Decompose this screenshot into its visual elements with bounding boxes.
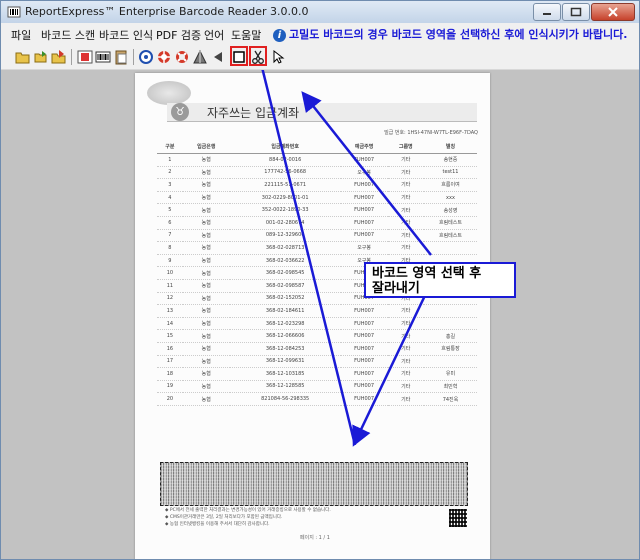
- target-icon[interactable]: [138, 49, 154, 65]
- open-multi-icon[interactable]: [33, 49, 49, 65]
- menu-barcode-recognize[interactable]: 바코드 인식: [99, 27, 153, 43]
- export-icon[interactable]: [51, 49, 67, 65]
- lifebuoy-icon[interactable]: [174, 49, 190, 65]
- annotation-arrows: [261, 70, 432, 447]
- scissors-icon[interactable]: [250, 49, 266, 65]
- app-window: ReportExpress™ Enterprise Barcode Reader…: [0, 0, 640, 560]
- notice-text: i 고밀도 바코드의 경우 바코드 영역을 선택하신 후에 인식시키가 바랍니다.: [273, 26, 627, 42]
- open-folder-icon[interactable]: [15, 49, 31, 65]
- maximize-icon: [570, 7, 582, 17]
- annotation-callout: 바코드 영역 선택 후 잘라내기: [364, 262, 516, 298]
- menu-barcode-scan[interactable]: 바코드 스캔: [41, 27, 95, 43]
- pointer-icon[interactable]: [270, 49, 286, 65]
- close-icon: [608, 7, 618, 17]
- close-button[interactable]: [591, 3, 635, 21]
- toolbar-separator: [71, 49, 72, 65]
- toolbar-separator: [133, 49, 134, 65]
- notice-label: 고밀도 바코드의 경우 바코드 영역을 선택하신 후에 인식시키가 바랍니다.: [289, 28, 628, 41]
- arrow-to-scissors-tool: [261, 70, 357, 446]
- triangle-flag-icon[interactable]: [192, 49, 208, 65]
- recognize-icon[interactable]: [156, 49, 172, 65]
- menu-language[interactable]: 언어: [204, 27, 224, 43]
- window-title: ReportExpress™ Enterprise Barcode Reader…: [25, 5, 309, 18]
- red-image-icon[interactable]: [77, 49, 93, 65]
- document-viewport[interactable]: ♉ 자주쓰는 입금계좌 빌급 번호: 1HSI-47NI-W7TL-E96F-7…: [1, 70, 639, 559]
- app-icon: [7, 6, 21, 18]
- maximize-button[interactable]: [562, 3, 590, 21]
- minimize-button[interactable]: [533, 3, 561, 21]
- info-icon: i: [273, 29, 286, 42]
- callout-line: 잘라내기: [372, 281, 420, 296]
- arrow-to-barcode: [352, 284, 432, 447]
- title-bar: ReportExpress™ Enterprise Barcode Reader…: [1, 1, 639, 23]
- minimize-icon: [543, 13, 551, 15]
- menu-help[interactable]: 도움말: [231, 27, 261, 43]
- callout-line: 바코드 영역 선택 후: [372, 266, 482, 281]
- menu-file[interactable]: 파일: [11, 27, 31, 43]
- toolbar: [1, 45, 639, 70]
- back-icon[interactable]: [210, 49, 226, 65]
- menu-bar: 파일 바코드 스캔 바코드 인식 PDF 검증 언어 도움말 i 고밀도 바코드의…: [1, 23, 639, 45]
- select-rect-icon[interactable]: [231, 49, 247, 65]
- menu-pdf-verify[interactable]: PDF 검증: [156, 27, 201, 43]
- window-controls: [532, 3, 635, 21]
- clipboard-icon[interactable]: [113, 49, 129, 65]
- arrow-to-select-tool: [301, 91, 432, 256]
- barcode-icon[interactable]: [95, 49, 111, 65]
